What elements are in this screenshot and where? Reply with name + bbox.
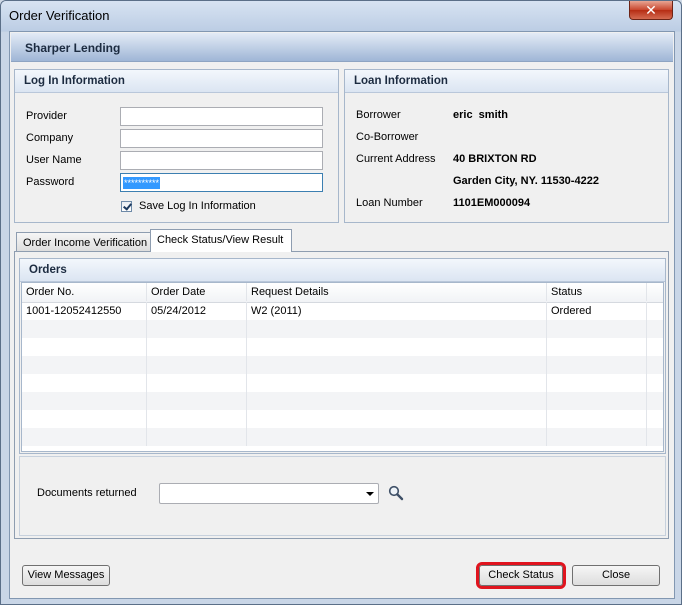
borrower-label: Borrower	[356, 109, 401, 121]
login-panel-header: Log In Information	[15, 70, 338, 93]
view-messages-button[interactable]: View Messages	[22, 565, 110, 586]
order-verification-window: Order Verification ✕ Sharper Lending Log…	[0, 0, 682, 605]
check-status-tab-page: Orders Order No. Order Date Request Deta…	[14, 251, 669, 539]
empty-row	[22, 392, 663, 410]
empty-row	[22, 356, 663, 374]
request-details-cell: W2 (2011)	[247, 302, 547, 320]
dialog-client-area: Sharper Lending Log In Information Provi…	[9, 31, 675, 599]
empty-row	[22, 428, 663, 446]
loan-panel-header: Loan Information	[345, 70, 668, 93]
order-no-cell: 1001-12052412550	[22, 302, 147, 320]
status-cell: Ordered	[547, 302, 647, 320]
login-panel: Log In Information Provider Company User…	[14, 69, 339, 223]
brand-header: Sharper Lending	[11, 33, 673, 62]
orders-panel: Orders Order No. Order Date Request Deta…	[19, 258, 666, 454]
documents-returned-select[interactable]	[159, 483, 379, 504]
chevron-down-icon	[366, 492, 374, 496]
provider-label: Provider	[26, 110, 67, 122]
password-value: **********	[123, 177, 161, 189]
empty-row	[22, 338, 663, 356]
check-status-button[interactable]: Check Status	[476, 562, 566, 589]
magnifier-icon[interactable]	[388, 485, 404, 501]
save-login-checkbox[interactable]	[121, 201, 132, 212]
documents-panel: Documents returned	[19, 456, 666, 536]
close-button[interactable]: Close	[572, 565, 660, 586]
address-line2: Garden City, NY. 11530-4222	[453, 175, 599, 187]
loan-number-value: 1101EM000094	[453, 197, 531, 209]
documents-returned-label: Documents returned	[37, 487, 137, 499]
username-label: User Name	[26, 154, 82, 166]
company-label: Company	[26, 132, 74, 144]
column-header-order-no[interactable]: Order No.	[22, 283, 147, 301]
close-icon: ✕	[645, 2, 657, 18]
tab-check-status-view-result[interactable]: Check Status/View Result	[150, 229, 292, 252]
column-header-order-date[interactable]: Order Date	[147, 283, 247, 301]
provider-field[interactable]	[120, 107, 323, 126]
username-field[interactable]	[120, 151, 323, 170]
password-label: Password	[26, 176, 75, 188]
column-header-request-details[interactable]: Request Details	[247, 283, 547, 301]
empty-row	[22, 320, 663, 338]
orders-grid-header: Order No. Order Date Request Details Sta…	[22, 283, 663, 303]
save-login-label[interactable]: Save Log In Information	[139, 200, 256, 212]
loan-panel: Loan Information Borrower eric smith Co-…	[344, 69, 669, 223]
table-row[interactable]: 1001-12052412550 05/24/2012 W2 (2011) Or…	[22, 302, 663, 320]
title-bar: Order Verification ✕	[1, 1, 681, 31]
coborrower-label: Co-Borrower	[356, 131, 419, 143]
borrower-value: eric smith	[453, 109, 509, 121]
column-header-status[interactable]: Status	[547, 283, 647, 301]
orders-panel-title: Orders	[29, 264, 67, 276]
order-date-cell: 05/24/2012	[147, 302, 247, 320]
window-close-button[interactable]: ✕	[629, 1, 673, 20]
brand-title: Sharper Lending	[25, 41, 121, 55]
empty-row	[22, 410, 663, 428]
loan-panel-title: Loan Information	[354, 75, 448, 87]
orders-grid[interactable]: Order No. Order Date Request Details Sta…	[21, 282, 664, 452]
empty-row	[22, 374, 663, 392]
address-label: Current Address	[356, 153, 436, 165]
orders-panel-header: Orders	[20, 259, 665, 282]
tab-order-income-verification[interactable]: Order Income Verification	[16, 232, 152, 252]
password-field[interactable]: **********	[120, 173, 323, 192]
address-line1: 40 BRIXTON RD	[453, 153, 537, 165]
window-title: Order Verification	[9, 8, 110, 23]
loan-number-label: Loan Number	[356, 197, 423, 209]
login-panel-title: Log In Information	[24, 75, 125, 87]
company-field[interactable]	[120, 129, 323, 148]
